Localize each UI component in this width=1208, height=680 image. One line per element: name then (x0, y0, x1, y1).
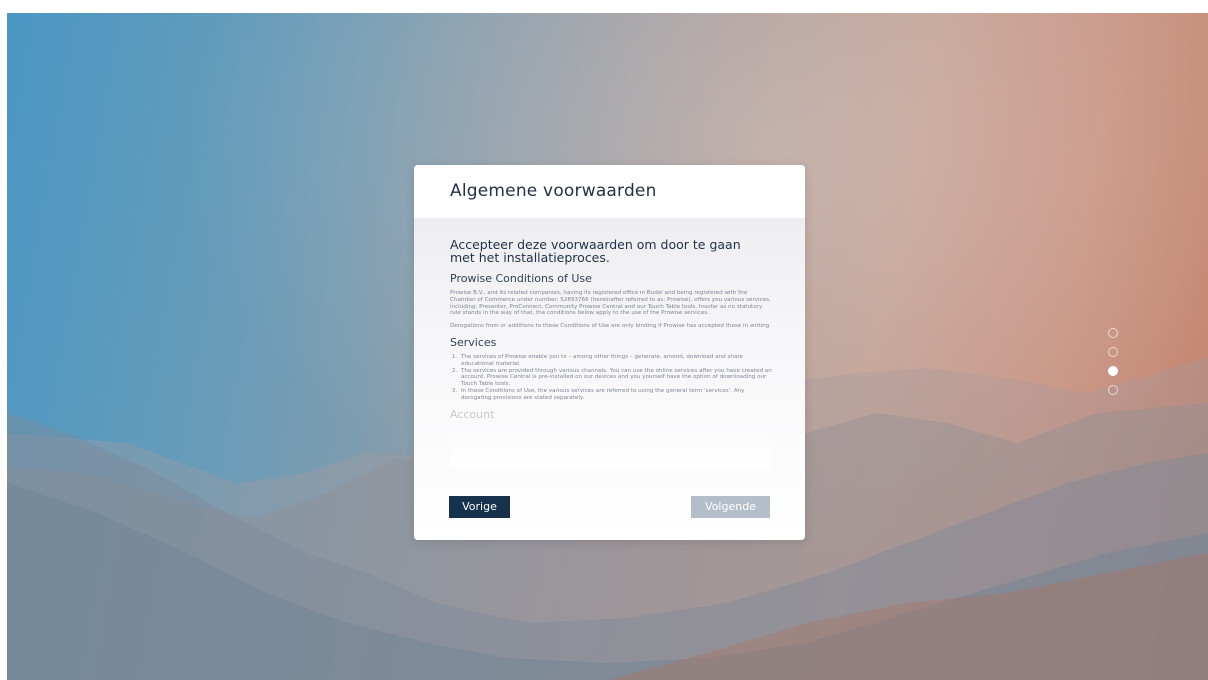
services-item-2: The services are provided through variou… (459, 368, 772, 388)
accept-instruction: Accepteer deze voorwaarden om door te ga… (450, 238, 741, 265)
scroll-fade (450, 428, 772, 468)
terms-dialog: Algemene voorwaarden Accepteer deze voor… (414, 165, 805, 540)
previous-button[interactable]: Vorige (449, 496, 510, 518)
services-item-3: In these Conditions of Use, the various … (459, 388, 772, 402)
page-dot-1[interactable] (1108, 328, 1118, 338)
page-dot-3-active[interactable] (1108, 366, 1118, 376)
conditions-paragraph-1: Prowise B.V., and its related companies,… (450, 290, 771, 317)
services-list: The services of Prowise enable you to – … (450, 354, 772, 402)
services-heading: Services (450, 335, 497, 349)
page-indicator (1108, 328, 1120, 404)
dialog-body: Accepteer deze voorwaarden om door te ga… (414, 218, 805, 540)
conditions-paragraph-2: Derogations from or additions to these C… (450, 323, 771, 330)
conditions-heading: Prowise Conditions of Use (450, 272, 592, 285)
account-heading: Account (450, 407, 495, 421)
page-dot-2[interactable] (1108, 347, 1118, 357)
terms-scroll-area[interactable]: Accepteer deze voorwaarden om door te ga… (450, 238, 772, 468)
page-dot-4[interactable] (1108, 385, 1118, 395)
dialog-title: Algemene voorwaarden (450, 181, 657, 201)
dialog-header: Algemene voorwaarden (414, 165, 805, 218)
next-button[interactable]: Volgende (691, 496, 770, 518)
services-item-1: The services of Prowise enable you to – … (459, 354, 772, 368)
